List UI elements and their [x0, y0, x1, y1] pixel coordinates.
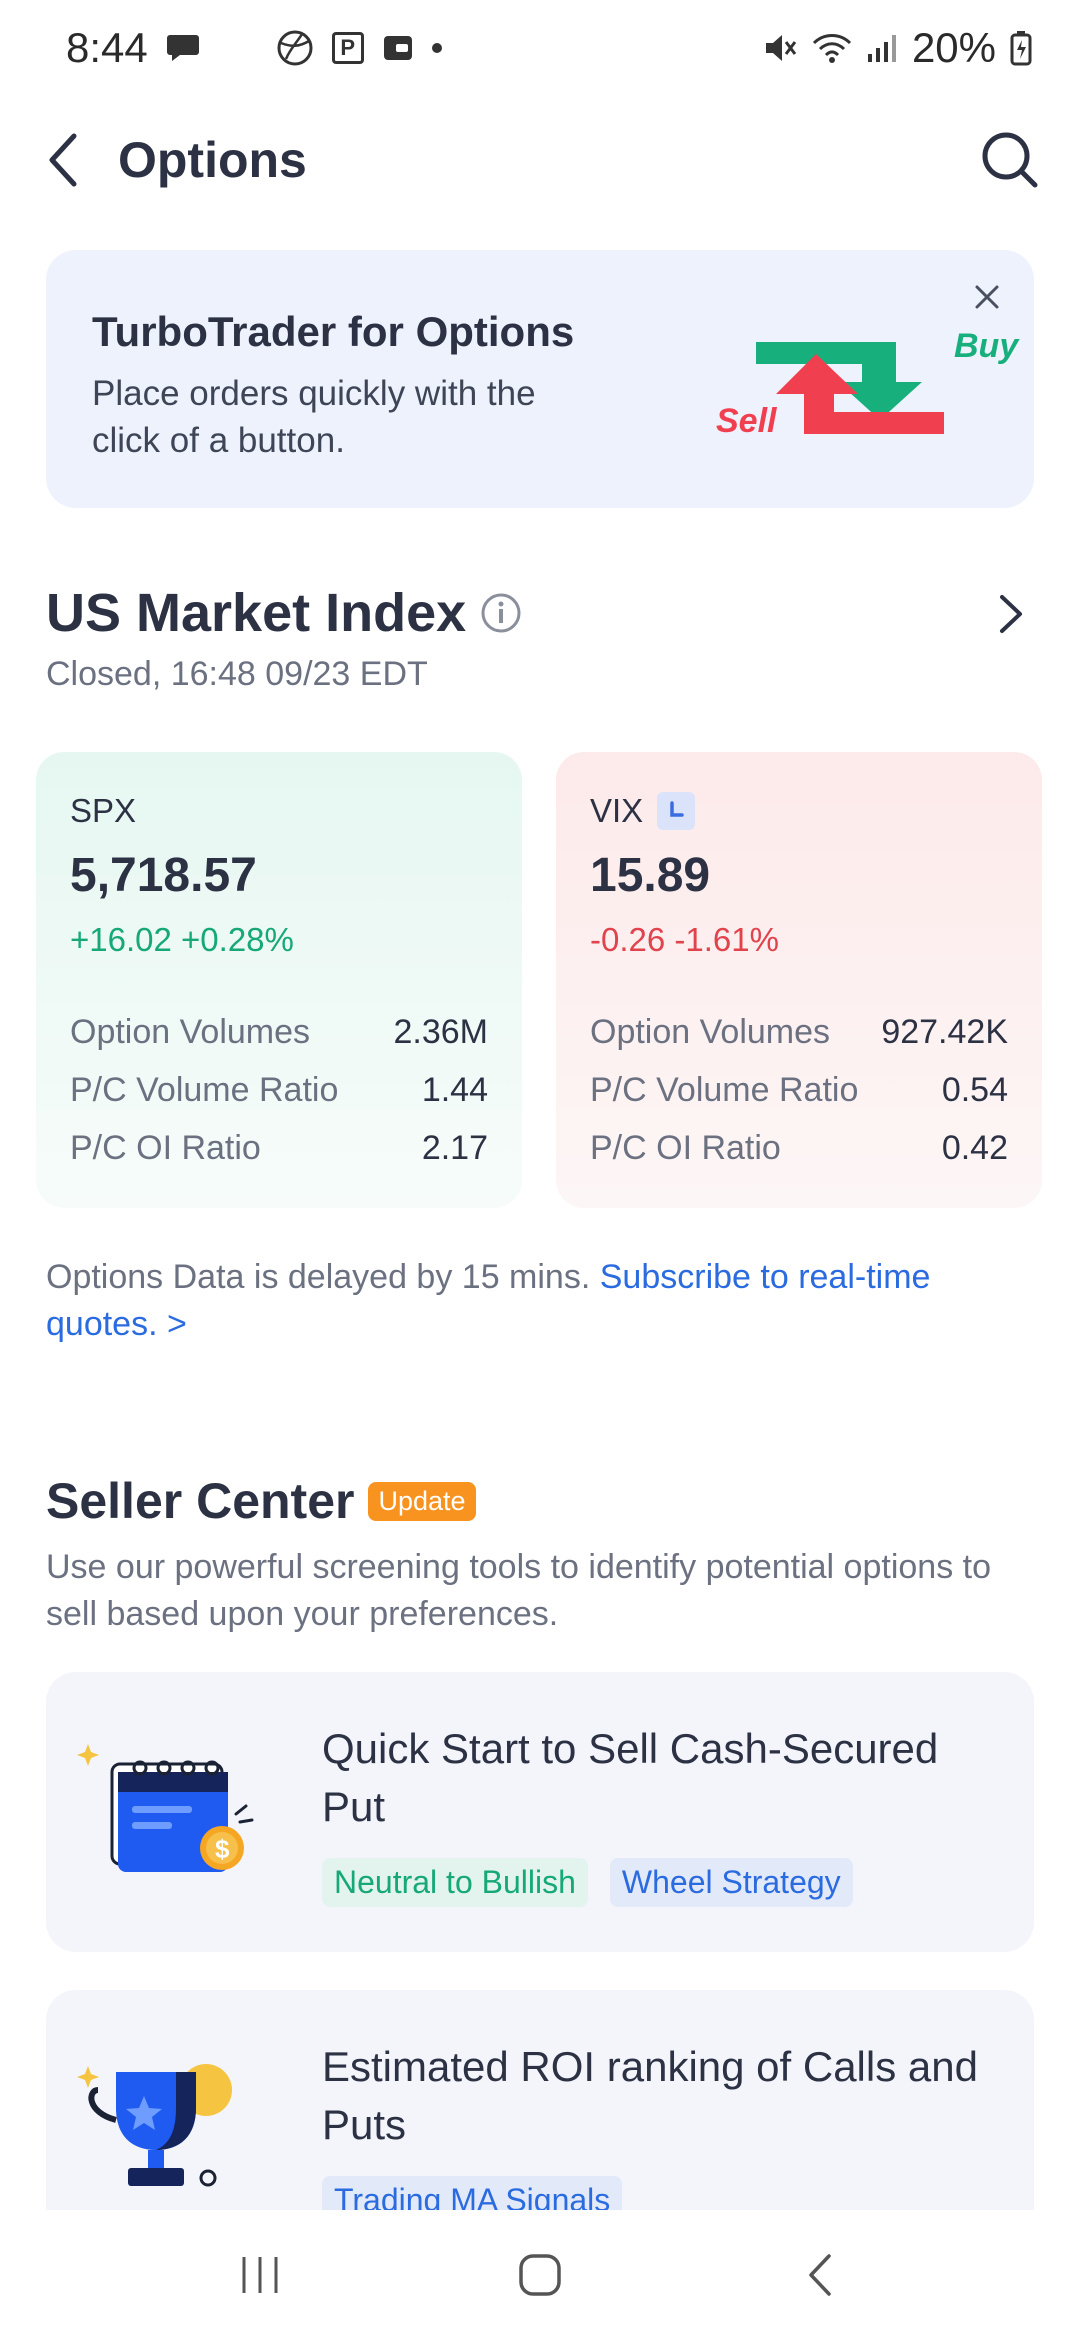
chevron-left-icon: [49, 133, 77, 187]
art-buy-label: Buy: [954, 327, 1020, 365]
banner-close-button[interactable]: [970, 280, 1004, 314]
info-icon[interactable]: [480, 592, 522, 634]
stat-row: P/C OI Ratio 0.42: [590, 1128, 1008, 1167]
art-sell-label: Sell: [716, 402, 778, 440]
back-icon: [809, 2254, 831, 2296]
index-price: 15.89: [590, 849, 711, 902]
app-header: Options: [0, 95, 1080, 225]
seller-center-title: Seller Center: [46, 1473, 355, 1529]
delay-note: Options Data is delayed by 15 mins. Subs…: [46, 1254, 1036, 1348]
recent-apps-button[interactable]: [220, 2245, 300, 2305]
close-icon: [975, 285, 999, 309]
p-app-notification-icon: P: [331, 31, 364, 64]
system-nav-bar: [0, 2210, 1080, 2340]
index-change: +16.02 +0.28%: [70, 921, 294, 958]
search-button[interactable]: [980, 130, 1040, 190]
market-index-title: US Market Index: [46, 583, 467, 643]
clock-icon: [657, 792, 696, 830]
wifi-icon: [812, 31, 852, 65]
tag-wheel-strategy: Wheel Strategy: [609, 1858, 853, 1907]
status-bar: 8:44 P 20%: [0, 0, 1080, 95]
index-price: 5,718.57: [70, 849, 257, 902]
chevron-right-icon[interactable]: [996, 593, 1026, 635]
page-title: Options: [118, 132, 307, 188]
buy-sell-arrows-icon: Buy Sell: [716, 327, 1020, 440]
calendar-coin-icon: $: [77, 1744, 254, 1872]
index-change: -0.26 -1.61%: [590, 921, 779, 958]
card-title: Estimated ROI ranking of Calls and Puts: [322, 2043, 978, 2148]
back-button[interactable]: [46, 130, 96, 190]
signal-icon: [866, 32, 898, 64]
spx-card[interactable]: SPX 5,718.57 +16.02 +0.28% Option Volume…: [36, 752, 522, 1208]
cash-secured-put-card[interactable]: $ Quick Start to Sell Cash-Secured Put N…: [46, 1672, 1034, 1952]
recent-apps-icon: [242, 2257, 278, 2293]
vix-card[interactable]: VIX 15.89 -0.26 -1.61% Option Volumes 927…: [556, 752, 1042, 1208]
market-index-header[interactable]: US Market Index: [46, 582, 522, 644]
battery-percent: 20%: [911, 23, 996, 71]
stat-row: P/C Volume Ratio 0.54: [590, 1070, 1008, 1109]
seller-center-subtitle: Use our powerful screening tools to iden…: [46, 1548, 991, 1633]
stat-row: P/C Volume Ratio 1.44: [70, 1070, 488, 1109]
update-badge: Update: [368, 1481, 476, 1521]
stat-row: P/C OI Ratio 2.17: [70, 1128, 488, 1167]
trophy-icon: [77, 2064, 232, 2187]
battery-icon: [1010, 30, 1032, 66]
delay-text: Options Data is delayed by 15 mins.: [46, 1258, 591, 1296]
basketball-notification-icon: [276, 29, 314, 67]
search-icon: [982, 132, 1038, 188]
card-title: Quick Start to Sell Cash-Secured Put: [322, 1725, 939, 1830]
home-button[interactable]: [500, 2245, 580, 2305]
wallet-notification-icon: [382, 32, 414, 64]
status-time: 8:44: [66, 23, 148, 71]
tag-neutral-to-bullish: Neutral to Bullish: [322, 1858, 588, 1907]
index-name: SPX: [70, 792, 137, 829]
index-name: VIX: [590, 792, 644, 829]
more-notifications-icon: [431, 42, 442, 53]
seller-center-header: Seller Center Update: [46, 1472, 476, 1530]
stat-row: Option Volumes 927.42K: [590, 1012, 1008, 1051]
svg-text:$: $: [215, 1834, 230, 1864]
home-icon: [519, 2254, 561, 2296]
mute-icon: [762, 30, 798, 66]
market-status: Closed, 16:48 09/23 EDT: [46, 655, 428, 693]
chat-notification-icon: [166, 33, 200, 63]
stat-row: Option Volumes 2.36M: [70, 1012, 488, 1051]
system-back-button[interactable]: [780, 2245, 860, 2305]
turbotrader-banner[interactable]: TurboTrader for Options Place orders qui…: [46, 250, 1034, 508]
banner-subtitle: Place orders quickly with the click of a…: [92, 374, 536, 460]
